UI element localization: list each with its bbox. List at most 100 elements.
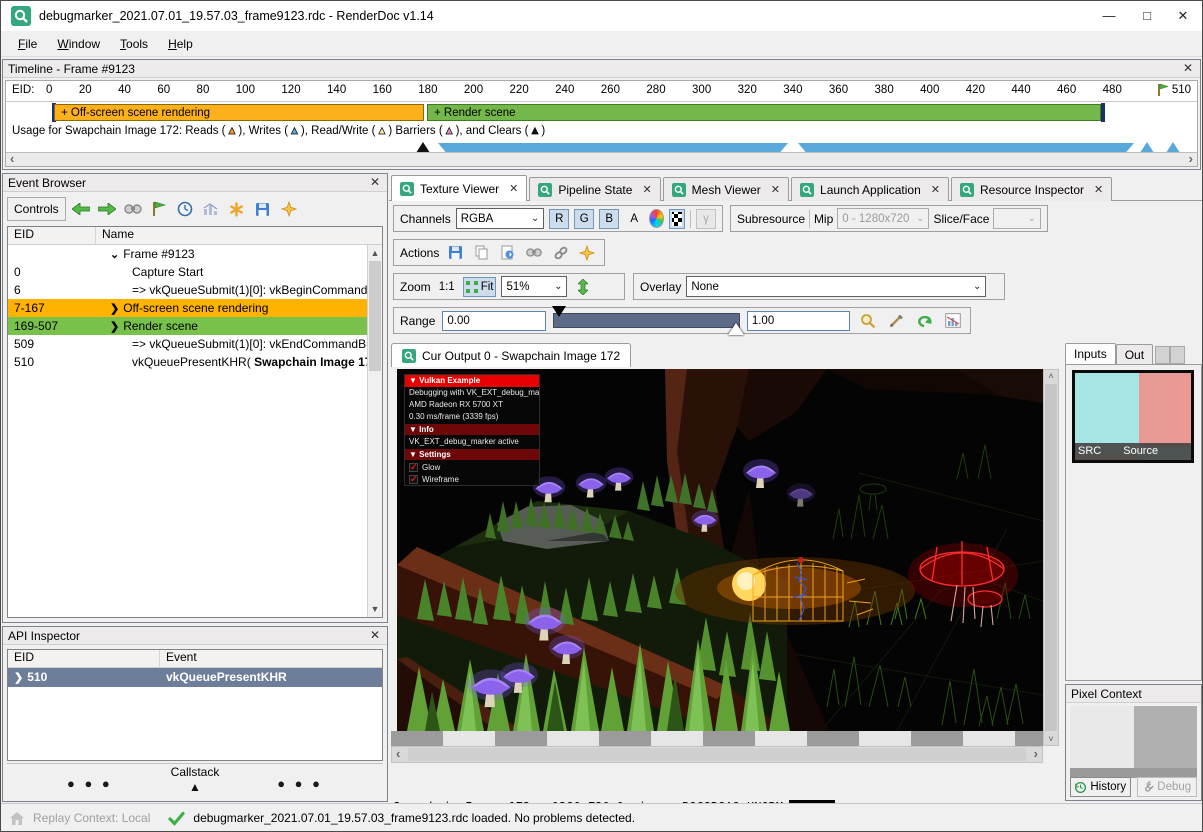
- tab-texture-viewer[interactable]: Texture Viewer✕: [391, 175, 527, 201]
- picker-pen-icon[interactable]: [886, 310, 907, 332]
- find-event-icon[interactable]: [122, 198, 144, 220]
- channels-select[interactable]: RGBA⌄: [456, 208, 545, 229]
- menu-item[interactable]: Tools: [111, 34, 157, 54]
- scroll-down-icon[interactable]: ▼: [368, 604, 382, 614]
- range-max-input[interactable]: 1.00: [747, 311, 850, 331]
- table-row-present[interactable]: 510 vkQueuePresentKHR( Swapchain Image 1…: [8, 353, 382, 371]
- range-white-marker[interactable]: [728, 323, 744, 335]
- channel-green-button[interactable]: G: [574, 209, 594, 229]
- menu-item[interactable]: File: [9, 34, 46, 54]
- range-black-marker[interactable]: [552, 306, 566, 317]
- tab-outputs[interactable]: Out: [1116, 344, 1153, 364]
- channel-blue-button[interactable]: B: [599, 209, 619, 229]
- channel-alpha-button[interactable]: A: [624, 209, 644, 229]
- tab-launch-application[interactable]: Launch Application✕: [791, 177, 949, 201]
- tab-resource-inspector[interactable]: Resource Inspector✕: [951, 177, 1112, 201]
- minimize-button[interactable]: —: [1092, 1, 1126, 31]
- open-texture-list-icon[interactable]: [497, 242, 518, 264]
- scrollbar-thumb[interactable]: [1045, 384, 1057, 731]
- column-eid[interactable]: EID: [8, 650, 160, 667]
- autofit-magnifier-icon[interactable]: [857, 310, 878, 332]
- table-row-render-marker[interactable]: 169-507 ❯Render scene: [8, 317, 382, 335]
- timeline-scrollbar[interactable]: ‹ ›: [6, 152, 1197, 166]
- chevron-right-icon[interactable]: ❯: [14, 672, 23, 684]
- pixel-context-preview[interactable]: [1070, 706, 1197, 768]
- close-icon[interactable]: ✕: [1094, 183, 1103, 196]
- tab-inputs[interactable]: Inputs: [1065, 343, 1116, 364]
- range-min-input[interactable]: 0.00: [442, 311, 545, 331]
- viewport-hscrollbar[interactable]: ‹ ›: [391, 746, 1043, 763]
- menu-item[interactable]: Window: [48, 34, 109, 54]
- current-output-tab[interactable]: Cur Output 0 - Swapchain Image 172: [391, 343, 631, 367]
- close-icon[interactable]: ✕: [367, 627, 383, 645]
- overlay-select[interactable]: None⌄: [686, 276, 986, 297]
- chevron-right-icon[interactable]: ❯: [110, 321, 119, 333]
- table-row-capture-start[interactable]: 0 Capture Start: [8, 263, 382, 281]
- scroll-up-icon[interactable]: ▲: [368, 248, 382, 258]
- column-event[interactable]: Event: [160, 650, 382, 667]
- custom-shader-star-icon[interactable]: [577, 242, 598, 264]
- zoom-select[interactable]: 51%⌄: [501, 276, 567, 297]
- table-row-offscreen-marker[interactable]: 7-167 ❯Off-screen scene rendering: [8, 299, 382, 317]
- link-icon[interactable]: [550, 242, 571, 264]
- jump-to-eid-flag-icon[interactable]: [148, 198, 170, 220]
- callstack-footer[interactable]: Callstack ● ● ● ▲ ● ● ●: [7, 763, 383, 799]
- timeline-bar-offscreen[interactable]: + Off-screen scene rendering: [54, 104, 424, 121]
- scroll-right-icon[interactable]: ›: [1189, 152, 1193, 166]
- table-row-frame[interactable]: ⌄Frame #9123: [8, 245, 382, 263]
- checkerboard-background-button[interactable]: [669, 209, 685, 229]
- api-row-present[interactable]: ❯510 vkQueuePresentKHR: [8, 668, 382, 687]
- close-icon[interactable]: ✕: [1180, 60, 1196, 78]
- next-event-icon[interactable]: [96, 198, 118, 220]
- texture-display[interactable]: ▼ Vulkan Example Debugging with VK_EXT_d…: [397, 369, 1043, 731]
- chevron-down-icon[interactable]: ⌄: [110, 249, 119, 261]
- scroll-left-icon[interactable]: ‹: [10, 152, 14, 166]
- timeline-scale[interactable]: EID: 02040608010012014016018020022024026…: [6, 81, 1197, 102]
- scroll-right-icon[interactable]: ›: [1034, 747, 1038, 761]
- zoom-1to1-button[interactable]: 1:1: [436, 277, 458, 297]
- event-browser-scrollbar[interactable]: ▲ ▼: [367, 245, 382, 617]
- zoom-fit-button[interactable]: Fit: [463, 277, 497, 297]
- scrollbar-thumb[interactable]: [369, 261, 381, 371]
- chevron-right-icon[interactable]: ❯: [110, 303, 119, 315]
- close-icon[interactable]: ✕: [367, 174, 383, 192]
- menu-item[interactable]: Help: [159, 34, 202, 54]
- table-row-begin-cmdbuffer[interactable]: 6 => vkQueueSubmit(1)[0]: vkBeginCommand…: [8, 281, 382, 299]
- tab-mesh-viewer[interactable]: Mesh Viewer✕: [663, 177, 789, 201]
- debug-button[interactable]: Debug: [1137, 777, 1198, 797]
- timing-clock-icon[interactable]: [174, 198, 196, 220]
- close-icon[interactable]: ✕: [771, 183, 780, 196]
- statistics-icon[interactable]: [200, 198, 222, 220]
- close-icon[interactable]: ✕: [931, 183, 940, 196]
- channel-red-button[interactable]: R: [549, 209, 569, 229]
- save-icon[interactable]: [252, 198, 274, 220]
- tab-pipeline-state[interactable]: Pipeline State✕: [529, 177, 660, 201]
- color-wheel-icon[interactable]: [649, 209, 664, 228]
- copy-icon[interactable]: [471, 242, 492, 264]
- histogram-icon[interactable]: [943, 310, 964, 332]
- replay-context-label[interactable]: Replay Context: Local: [33, 811, 150, 825]
- expand-triangle-icon[interactable]: ▲: [7, 780, 383, 794]
- scroll-up-icon[interactable]: ˄: [1044, 371, 1058, 381]
- table-row-end-cmdbuffer[interactable]: 509 => vkQueueSubmit(1)[0]: vkEndCommand…: [8, 335, 382, 353]
- scrollbar-thumb[interactable]: [408, 748, 1026, 761]
- range-slider[interactable]: [553, 313, 740, 328]
- goto-location-icon[interactable]: [524, 242, 545, 264]
- scroll-down-icon[interactable]: ˅: [1044, 734, 1058, 744]
- reset-range-undo-icon[interactable]: [914, 310, 935, 332]
- close-icon[interactable]: ✕: [509, 182, 518, 195]
- tab-scroll-buttons[interactable]: [1155, 346, 1185, 364]
- timeline-bar-render[interactable]: + Render scene: [427, 104, 1101, 121]
- gamma-button[interactable]: γ: [696, 209, 716, 229]
- history-button[interactable]: History: [1070, 777, 1131, 797]
- column-eid[interactable]: EID: [8, 227, 96, 244]
- column-name[interactable]: Name: [96, 227, 382, 244]
- slice-face-select[interactable]: ⌄: [993, 208, 1041, 229]
- mip-select[interactable]: 0 - 1280x720⌄: [837, 208, 929, 229]
- add-bookmark-star-icon[interactable]: [278, 198, 300, 220]
- scroll-left-icon[interactable]: ‹: [396, 747, 400, 761]
- viewport-vscrollbar[interactable]: ˄ ˅: [1043, 369, 1059, 746]
- close-button[interactable]: ✕: [1166, 1, 1200, 31]
- flip-y-icon[interactable]: [572, 276, 594, 298]
- save-texture-icon[interactable]: [444, 242, 465, 264]
